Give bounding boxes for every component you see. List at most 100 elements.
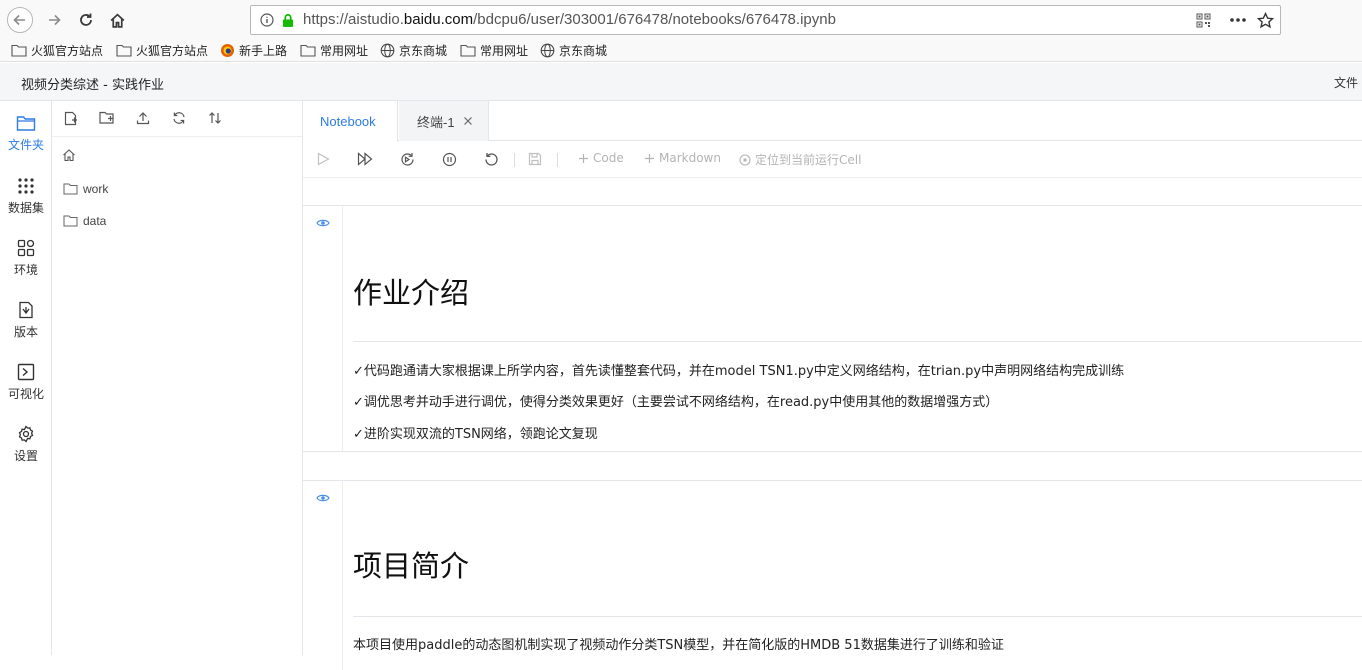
file-item[interactable]: work: [63, 182, 108, 196]
bookmark-label: 常用网址: [320, 44, 369, 58]
qr-code-icon[interactable]: [1196, 13, 1211, 28]
cell-line: 本项目使用paddle的动态图机制实现了视频动作分类TSN模型，并在简化版的HM…: [353, 638, 1004, 653]
rail-item-folder[interactable]: 文件夹: [0, 115, 52, 153]
url-path: /bdcpu6/user/303001/676478/notebooks/676…: [473, 11, 836, 28]
side-rail: 文件夹 数据集 环境 版本 可视化 设置: [0, 101, 52, 655]
interrupt-icon[interactable]: [442, 152, 457, 167]
locate-icon: [739, 153, 751, 166]
restart-run-all-icon[interactable]: [400, 152, 415, 167]
locate-cell-label: 定位到当前运行Cell: [755, 153, 862, 167]
new-folder-icon[interactable]: [99, 111, 115, 125]
bookmark-item[interactable]: 常用网址: [460, 42, 528, 59]
tab-notebook[interactable]: Notebook: [303, 101, 398, 142]
bookmark-label: 京东商城: [559, 44, 608, 58]
folder-icon: [63, 183, 78, 195]
markdown-cell[interactable]: 作业介绍 ✓代码跑通请大家根据课上所学内容，首先读懂整套代码，并在model T…: [303, 205, 1362, 452]
bookmark-label: 火狐官方站点: [136, 44, 209, 58]
cell-gutter: [303, 206, 343, 451]
arrow-right-icon: [49, 14, 61, 26]
cell-line: ✓进阶实现双流的TSN网络，领跑论文复现: [353, 427, 598, 442]
close-icon[interactable]: [463, 116, 473, 126]
rail-item-version[interactable]: 版本: [0, 301, 52, 340]
more-dots-icon[interactable]: [1229, 13, 1247, 27]
bookmark-item[interactable]: 新手上路: [220, 42, 287, 59]
bookmark-label: 新手上路: [239, 44, 288, 58]
lock-icon: [281, 13, 295, 28]
eye-icon[interactable]: [316, 218, 330, 228]
rail-item-dataset[interactable]: 数据集: [0, 177, 52, 216]
file-name: data: [83, 214, 107, 228]
rail-item-settings[interactable]: 设置: [0, 425, 52, 464]
url-bar[interactable]: https://aistudio.baidu.com/bdcpu6/user/3…: [250, 5, 1281, 35]
folder-icon: [11, 44, 27, 57]
cell-gutter: [303, 481, 343, 670]
url-domain: baidu.com: [403, 11, 474, 28]
run-all-icon[interactable]: [357, 152, 373, 166]
cell-line: ✓调优思考并动手进行调优，使得分类效果更好（主要尝试不网络结构，在read.py…: [353, 395, 999, 410]
home-icon: [110, 13, 124, 28]
plus-icon: [645, 153, 654, 163]
arrow-left-icon: [13, 14, 25, 26]
file-menu[interactable]: 文件: [1334, 74, 1358, 91]
toolbar-divider: [514, 153, 515, 167]
bookmark-item[interactable]: 京东商城: [380, 42, 447, 59]
visualization-icon: [17, 363, 35, 381]
plus-icon: [579, 153, 588, 163]
rail-item-environment[interactable]: 环境: [0, 239, 52, 278]
rail-item-visualization[interactable]: 可视化: [0, 363, 52, 402]
file-toolbar: [52, 101, 302, 137]
rail-label: 设置: [13, 449, 38, 463]
environment-icon: [17, 239, 35, 257]
run-cell-icon[interactable]: [316, 152, 330, 166]
add-markdown-label: Markdown: [659, 151, 721, 165]
home-icon[interactable]: [62, 148, 76, 162]
rail-label: 可视化: [7, 387, 44, 401]
globe-icon: [540, 43, 555, 58]
tab-label: 终端-1: [417, 114, 455, 130]
refresh-icon[interactable]: [172, 111, 186, 125]
bookmark-item[interactable]: 常用网址: [300, 42, 368, 59]
firefox-icon: [221, 44, 234, 57]
add-code-button[interactable]: Code: [578, 151, 624, 165]
settings-gear-icon: [18, 425, 34, 443]
file-browser-panel: work data: [52, 101, 303, 655]
bookmarks-bar: 火狐官方站点 火狐官方站点 新手上路 常用网址 京东商城 常用网址 京东商城: [0, 40, 1362, 62]
cell-heading: 作业介绍: [353, 276, 470, 310]
save-icon[interactable]: [528, 152, 542, 166]
locate-running-cell-button[interactable]: 定位到当前运行Cell: [739, 151, 861, 168]
app-header: 视频分类综述 - 实践作业 文件: [0, 63, 1362, 101]
cell-line: ✓代码跑通请大家根据课上所学内容，首先读懂整套代码，并在model TSN1.p…: [353, 364, 1125, 379]
home-button[interactable]: [104, 7, 130, 33]
folder-icon: [460, 44, 476, 57]
upload-icon[interactable]: [136, 111, 150, 125]
forward-button[interactable]: [41, 7, 67, 33]
folder-icon: [300, 44, 316, 57]
browser-toolbar: https://aistudio.baidu.com/bdcpu6/user/3…: [0, 0, 1362, 40]
notebook-area: Notebook 终端-1 Code Markdown 定位到当前运行Cell …: [303, 101, 1362, 670]
bookmark-item[interactable]: 火狐官方站点: [11, 42, 103, 59]
sort-icon[interactable]: [208, 111, 222, 125]
bookmark-star-icon[interactable]: [1257, 12, 1274, 29]
toolbar-divider: [557, 153, 558, 167]
markdown-cell[interactable]: 项目简介 本项目使用paddle的动态图机制实现了视频动作分类TSN模型，并在简…: [303, 480, 1362, 670]
add-markdown-button[interactable]: Markdown: [644, 151, 721, 165]
new-file-icon[interactable]: [64, 111, 78, 126]
folder-icon: [116, 44, 132, 57]
bookmark-item[interactable]: 火狐官方站点: [116, 42, 208, 59]
folder-icon: [63, 215, 78, 227]
url-text[interactable]: https://aistudio.baidu.com/bdcpu6/user/3…: [303, 11, 836, 28]
bookmark-item[interactable]: 京东商城: [540, 42, 607, 59]
add-code-label: Code: [593, 151, 624, 165]
tab-bar: Notebook 终端-1: [303, 101, 1362, 142]
info-icon[interactable]: [260, 13, 274, 27]
file-item[interactable]: data: [63, 214, 106, 228]
reload-icon: [80, 13, 92, 26]
rail-label: 环境: [13, 263, 38, 277]
reload-button[interactable]: [73, 7, 99, 33]
project-title: 视频分类综述 - 实践作业: [21, 78, 164, 93]
restart-kernel-icon[interactable]: [484, 152, 499, 167]
tab-terminal[interactable]: 终端-1: [399, 101, 489, 141]
folder-icon: [16, 116, 36, 131]
eye-icon[interactable]: [316, 493, 330, 503]
back-button[interactable]: [7, 7, 33, 33]
